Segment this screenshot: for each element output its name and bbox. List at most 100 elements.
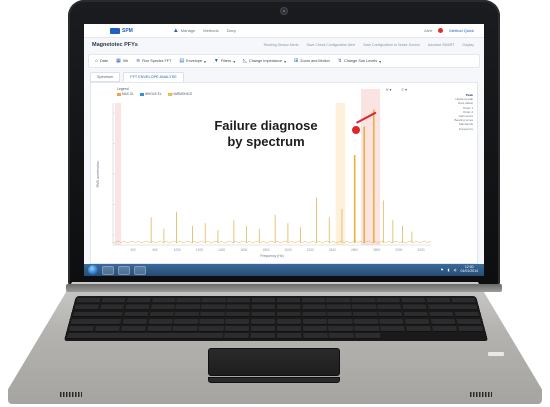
taskbar-app-explorer[interactable]: [118, 265, 130, 275]
taskbar-app-ie[interactable]: [102, 265, 114, 275]
keyboard-key[interactable]: [66, 333, 224, 340]
keyboard-key[interactable]: [224, 333, 250, 340]
keyboard-key[interactable]: [378, 311, 403, 318]
keyboard-key[interactable]: [379, 318, 405, 325]
keyboard-key[interactable]: [199, 318, 225, 325]
alert-link[interactable]: Alert: [424, 28, 432, 33]
nav-item-manage[interactable]: ▲ Manage: [173, 28, 195, 34]
keyboard-key[interactable]: [377, 304, 402, 311]
keyboard-key[interactable]: [176, 297, 201, 304]
keyboard-key[interactable]: [224, 325, 250, 332]
keyboard-key[interactable]: [276, 325, 302, 332]
tray-clock[interactable]: 12:00 01/01/2014: [460, 265, 478, 274]
nav-item-methods[interactable]: Methods: [203, 28, 218, 34]
keyboard-key[interactable]: [250, 325, 276, 332]
keyboard-key[interactable]: [147, 318, 173, 325]
keyboard-key[interactable]: [122, 318, 148, 325]
keyboard-key[interactable]: [174, 311, 200, 318]
keyboard-key[interactable]: [401, 297, 426, 304]
keyboard-key[interactable]: [74, 304, 100, 311]
keyboard-key[interactable]: [457, 325, 484, 332]
keyboard-key[interactable]: [123, 311, 149, 318]
touchpad-buttons[interactable]: [208, 377, 340, 383]
keyboard-key[interactable]: [302, 325, 328, 332]
keyboard-key[interactable]: [301, 304, 326, 311]
legend-item[interactable]: HARMONICS: [167, 92, 192, 96]
keyboard-key[interactable]: [72, 311, 124, 318]
keyboard-key[interactable]: [426, 297, 451, 304]
toolbar-zoom[interactable]: ⊞ Zoom and Motion: [294, 58, 330, 64]
keyboard-key[interactable]: [302, 311, 327, 318]
keyboard-key[interactable]: [276, 304, 301, 311]
keyboard-key[interactable]: [327, 311, 352, 318]
keyboard-key[interactable]: [146, 325, 172, 332]
keyboard-key[interactable]: [403, 311, 429, 318]
keyboard-key[interactable]: [326, 297, 351, 304]
keyboard-key[interactable]: [173, 318, 199, 325]
toolbar-run-fft[interactable]: ≋ Run Spectra FFT: [136, 58, 171, 64]
keyboard-key[interactable]: [302, 333, 328, 340]
toolbar-period[interactable]: ▦ 0th: [116, 58, 128, 64]
keyboard-key[interactable]: [376, 297, 401, 304]
keyboard-key[interactable]: [327, 304, 352, 311]
tray-flag-icon[interactable]: ⚑: [440, 268, 443, 272]
keyboard-key[interactable]: [328, 333, 355, 340]
keyboard-key[interactable]: [402, 304, 428, 311]
legend-item[interactable]: MAX OL: [117, 92, 134, 96]
toolbar-impedance[interactable]: ◺ Change Impedance ▾: [243, 58, 286, 64]
spectrum-plot[interactable]: 400 600 1000 1200 1400 1600 1800 2000 2200 2400 26…: [91, 83, 479, 265]
keyboard-key[interactable]: [455, 318, 482, 325]
chart-axis-toggle[interactable]: X ▾: [386, 87, 392, 92]
keyboard[interactable]: [63, 296, 489, 342]
keyboard-key[interactable]: [124, 304, 150, 311]
keyboard-key[interactable]: [451, 297, 476, 304]
toolbar-filters[interactable]: ▼ Filters ▾: [214, 58, 235, 64]
keyboard-key[interactable]: [427, 304, 478, 311]
touchpad[interactable]: [208, 348, 340, 376]
tray-network-icon[interactable]: ▮: [448, 268, 450, 272]
keyboard-key[interactable]: [70, 318, 122, 325]
keyboard-key[interactable]: [404, 318, 430, 325]
keyboard-key[interactable]: [149, 311, 174, 318]
keyboard-key[interactable]: [151, 297, 176, 304]
header-action[interactable]: Save Configuration to Vector Source: [363, 43, 420, 47]
keyboard-key[interactable]: [226, 297, 251, 304]
keyboard-key[interactable]: [172, 325, 198, 332]
legend-item[interactable]: WHOLE EL: [140, 92, 162, 96]
keyboard-key[interactable]: [150, 304, 175, 311]
header-action[interactable]: Advance SMART: [428, 43, 455, 47]
keyboard-key[interactable]: [276, 318, 302, 325]
toolbar-sub-levels[interactable]: ↯ Change Sub Levels ▾: [338, 58, 381, 64]
keyboard-key[interactable]: [430, 318, 456, 325]
header-action[interactable]: Display: [463, 43, 474, 47]
keyboard-key[interactable]: [200, 304, 225, 311]
keyboard-key[interactable]: [251, 297, 276, 304]
keyboard-key[interactable]: [251, 311, 276, 318]
keyboard-key[interactable]: [353, 318, 379, 325]
keyboard-key[interactable]: [276, 297, 301, 304]
tray-volume-icon[interactable]: ◂): [454, 268, 457, 272]
keyboard-key[interactable]: [76, 297, 101, 304]
keyboard-key[interactable]: [101, 297, 126, 304]
keyboard-key[interactable]: [250, 318, 276, 325]
chart-menu-button[interactable]: ≡ ▾: [402, 87, 407, 92]
keyboard-key[interactable]: [99, 304, 125, 311]
keyboard-key[interactable]: [352, 304, 377, 311]
keyboard-key[interactable]: [94, 325, 121, 332]
keyboard-key[interactable]: [201, 297, 226, 304]
keyboard-key[interactable]: [428, 311, 455, 318]
keyboard-key[interactable]: [226, 304, 251, 311]
nav-item-diary[interactable]: Diary: [227, 28, 236, 34]
keyboard-key[interactable]: [276, 311, 301, 318]
toolbar-envelope[interactable]: ▤ Envelope ▾: [179, 58, 205, 64]
tab-spectrum[interactable]: Spectrum: [90, 72, 121, 82]
keyboard-key[interactable]: [301, 297, 326, 304]
keyboard-key[interactable]: [126, 297, 151, 304]
user-menu[interactable]: Method Quick: [449, 28, 474, 33]
keyboard-key[interactable]: [251, 304, 276, 311]
keyboard-key[interactable]: [328, 325, 354, 332]
header-action[interactable]: Save Check Configuration Alert: [306, 43, 355, 47]
toolbar-date[interactable]: ⌂ Date: [95, 58, 108, 64]
keyboard-key[interactable]: [198, 325, 224, 332]
keyboard-key[interactable]: [431, 325, 458, 332]
